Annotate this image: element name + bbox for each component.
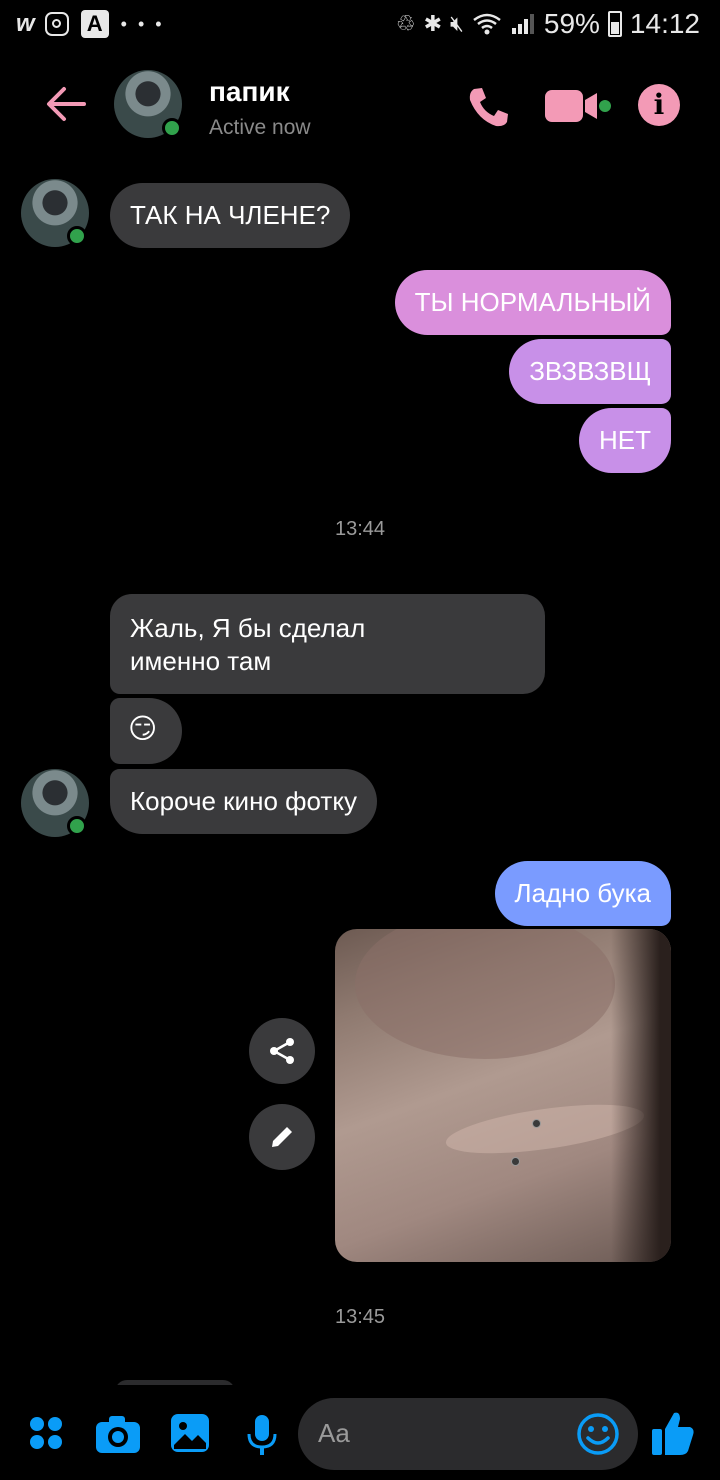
edit-button[interactable] [249,1104,315,1170]
bluetooth-icon: ✱ [423,11,442,36]
message-bubble-outgoing[interactable]: Ладно бука [494,861,671,926]
phone-call-icon[interactable] [466,84,512,130]
mic-icon[interactable] [247,1414,277,1456]
video-call-icon[interactable] [543,88,615,124]
info-icon[interactable]: i [638,84,680,126]
contact-name[interactable]: папик [209,76,290,108]
back-arrow-icon[interactable] [44,82,88,126]
gallery-icon[interactable] [170,1413,210,1453]
contact-status: Active now [209,116,311,139]
message-bubble-outgoing[interactable]: НЕТ [579,408,671,473]
mute-icon: 🔇︎ [450,11,464,36]
battery-percent: 59% [543,8,600,39]
message-bubble-outgoing[interactable]: ЗВЗВЗВЩ [509,339,671,404]
online-indicator [67,816,87,836]
online-indicator [162,118,182,138]
emoji-icon[interactable] [576,1412,620,1456]
piercing-dot [511,1157,520,1166]
timestamp: 13:45 [334,1306,386,1328]
online-indicator [67,226,87,246]
recycle-icon: ♲ [395,11,416,36]
message-bubble-incoming[interactable]: Короче кино фотку [110,769,377,834]
thumbs-up-icon[interactable] [650,1409,696,1457]
share-button[interactable] [249,1018,315,1084]
app-a-icon: A [80,10,109,38]
signal-icon [511,14,534,34]
message-input[interactable]: Aa [298,1398,638,1470]
message-bubble-incoming[interactable]: Жаль, Я бы сделал именно там [110,594,545,694]
chat-header: папик Active now i [0,60,720,160]
status-bar: w A • • • ♲ ✱ 🔇︎ 59% 14:12 [0,0,720,52]
message-bubble-incoming[interactable]: ТАК НА ЧЛЕНЕ? [110,183,351,248]
message-line: Жаль, Я бы сделал [130,613,366,643]
pencil-icon [272,1127,292,1147]
message-line: именно там [130,646,272,676]
app-w-icon: w [16,10,35,37]
clock: 14:12 [629,8,700,39]
apps-icon[interactable] [28,1415,64,1451]
message-input-placeholder: Aa [318,1418,350,1448]
wifi-icon [473,13,501,35]
battery-icon [607,11,622,37]
timestamp: 13:44 [334,518,386,540]
message-bubble-outgoing[interactable]: ТЫ НОРМАЛЬНЫЙ [394,270,671,335]
share-icon [270,1038,294,1064]
camera-icon[interactable] [95,1414,141,1454]
emoji-message[interactable]: 😏 [110,698,182,764]
piercing-dot [532,1119,541,1128]
composer-bar: Aa [0,1385,720,1480]
photo-message[interactable] [335,929,671,1262]
instagram-icon [44,12,69,36]
more-notifications-icon: • • • [120,13,165,34]
